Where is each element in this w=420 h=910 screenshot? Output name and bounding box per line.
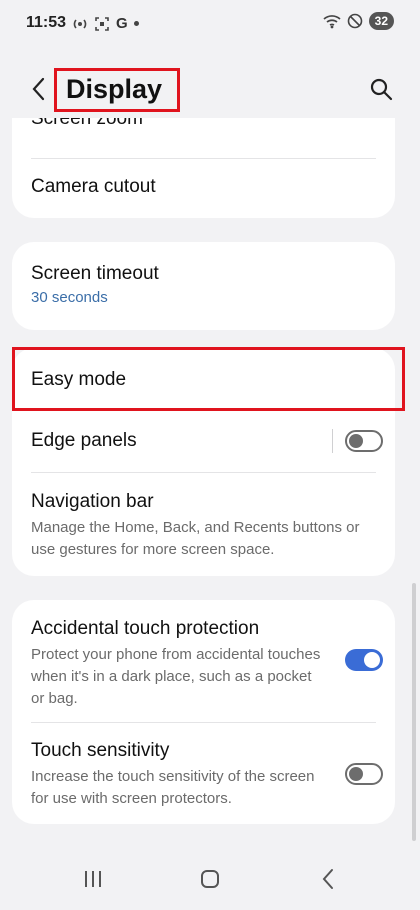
accidental-touch-label: Accidental touch protection	[31, 618, 260, 639]
do-not-disturb-icon	[347, 13, 362, 29]
toggle-knob	[364, 652, 380, 668]
toggle-knob	[349, 767, 363, 781]
screen-zoom-item[interactable]: Screen zoom	[12, 118, 395, 158]
status-bar: 11:53 G 32	[0, 0, 420, 46]
edge-panels-toggle[interactable]	[345, 430, 383, 452]
accidental-touch-item[interactable]: Accidental touch protection Protect your…	[12, 600, 395, 722]
app-header: Display	[0, 62, 420, 118]
settings-card-zoom: Screen zoom Camera cutout	[12, 118, 395, 218]
settings-card-timeout: Screen timeout 30 seconds	[12, 242, 395, 330]
screen-timeout-value: 30 seconds	[31, 289, 108, 306]
accidental-touch-toggle[interactable]	[345, 649, 383, 671]
screen-timeout-label: Screen timeout	[31, 263, 159, 284]
settings-list[interactable]: Screen zoom Camera cutout Screen timeout…	[0, 118, 420, 848]
touch-sensitivity-item[interactable]: Touch sensitivity Increase the touch sen…	[12, 723, 395, 824]
battery-indicator: 32	[368, 12, 394, 30]
nav-back-icon[interactable]	[313, 864, 343, 894]
camera-cutout-item[interactable]: Camera cutout	[12, 159, 395, 218]
scrollbar[interactable]	[412, 583, 416, 841]
screenshot-icon	[95, 16, 109, 31]
touch-sensitivity-description: Increase the touch sensitivity of the sc…	[31, 768, 315, 807]
settings-card-touch: Accidental touch protection Protect your…	[12, 600, 395, 824]
status-system-icons: 32	[323, 12, 394, 30]
google-icon: G	[116, 15, 128, 32]
screen-timeout-item[interactable]: Screen timeout 30 seconds	[12, 242, 395, 330]
system-nav-bar	[0, 848, 420, 910]
status-time: 11:53	[26, 14, 67, 31]
camera-cutout-label: Camera cutout	[31, 176, 156, 197]
navigation-bar-label: Navigation bar	[31, 491, 154, 512]
back-icon[interactable]	[26, 76, 52, 102]
title-highlight-box	[54, 68, 180, 112]
accidental-touch-description: Protect your phone from accidental touch…	[31, 646, 321, 707]
status-notification-icons: G	[72, 15, 139, 32]
recents-icon[interactable]	[78, 864, 108, 894]
edge-panels-item[interactable]: Edge panels	[12, 410, 395, 472]
navigation-bar-item[interactable]: Navigation bar Manage the Home, Back, an…	[12, 473, 395, 576]
screen-zoom-label: Screen zoom	[31, 118, 143, 129]
touch-sensitivity-label: Touch sensitivity	[31, 740, 170, 761]
home-icon[interactable]	[195, 864, 225, 894]
edge-panels-label: Edge panels	[31, 430, 137, 451]
toggle-knob	[349, 434, 363, 448]
wifi-icon	[323, 15, 341, 29]
touch-sensitivity-toggle[interactable]	[345, 763, 383, 785]
toggle-separator	[332, 429, 333, 453]
hotspot-icon	[73, 18, 87, 29]
navigation-bar-description: Manage the Home, Back, and Recents butto…	[31, 519, 360, 558]
easy-mode-highlight-box	[12, 347, 405, 411]
search-icon[interactable]	[368, 76, 394, 102]
more-notifications-icon	[133, 21, 139, 26]
